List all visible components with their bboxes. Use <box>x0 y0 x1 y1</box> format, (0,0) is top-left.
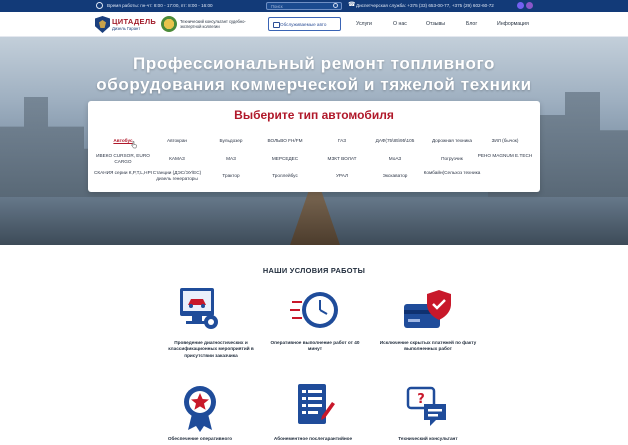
messenger-icon[interactable] <box>526 2 533 9</box>
vehicle-type-panel: Выберите тип автомобиля Автобус Автокран… <box>88 101 540 192</box>
vehicle-item-tractor[interactable]: Трактор <box>201 173 261 179</box>
checklist-document-icon <box>298 384 335 424</box>
vehicle-panel-title: Выберите тип автомобиля <box>234 108 394 122</box>
phone-icon: ☎ <box>348 2 356 8</box>
search-icon[interactable] <box>333 3 338 8</box>
site-header: ЦИТАДЕЛЬ Дизель Гарант Технический консу… <box>0 12 628 37</box>
vehicle-item-kamaz[interactable]: КАМАЗ <box>147 156 207 162</box>
condition-text-4: Обеспечение оперативного <box>167 436 233 441</box>
clock-icon <box>96 2 103 9</box>
hero-title: Профессиональный ремонт топливного обору… <box>0 53 628 95</box>
hero-title-line-1: Профессиональный ремонт топливного <box>133 54 495 73</box>
condition-text-2: Оперативное выполнение работ от 40 минут <box>270 340 360 352</box>
nav-information[interactable]: Информация <box>497 21 529 27</box>
vehicle-item-road-machinery[interactable]: Дорожная техника <box>422 138 482 144</box>
vehicle-item-mzkt-volat[interactable]: МЗКТ ВОЛАТ <box>312 156 372 162</box>
condition-text-1: Проведение диагностических и классификац… <box>168 340 254 358</box>
vehicle-item-truck-crane[interactable]: Автокран <box>147 138 207 144</box>
vehicle-item-excavator[interactable]: Экскаватор <box>365 173 425 179</box>
service-vehicles-button[interactable]: Обслуживаемые авто <box>268 17 341 31</box>
vehicle-item-loader[interactable]: Погрузчик <box>422 156 482 162</box>
vehicle-item-zil[interactable]: ЗИЛ (бычок) <box>475 138 535 144</box>
hand-cursor-icon <box>131 141 137 149</box>
vehicle-item-volvo[interactable]: ВОЛЬВО FH/FM <box>255 138 315 144</box>
condition-text-6: Технический консультант <box>398 436 458 441</box>
logo-icon[interactable] <box>95 16 110 33</box>
vehicle-item-moaz[interactable]: МоАЗ <box>365 156 425 162</box>
vehicle-item-scania[interactable]: СКАНИЯ серии К,P,T,L,HPI <box>93 170 153 176</box>
viber-icon[interactable] <box>517 2 524 9</box>
vehicle-item-bus[interactable]: Автобус <box>93 138 153 144</box>
vehicle-item-gaz[interactable]: ГАЗ <box>312 138 372 144</box>
vehicle-item-renault[interactable]: РЕНО MAGNUM E.TECH <box>475 153 535 159</box>
vehicle-item-bulldozer[interactable]: Бульдозер <box>201 138 261 144</box>
vehicle-item-maz[interactable]: МАЗ <box>201 156 261 162</box>
consultant-chat-icon: ? <box>406 386 446 426</box>
hero-title-line-2: оборудования коммерческой и тяжелой техн… <box>96 75 532 94</box>
working-hours: Время работы: пн-чт: 8:00 - 17:00, пт: 8… <box>107 3 213 8</box>
vehicle-item-mercedes[interactable]: МЕРСЕДЕС <box>255 156 315 162</box>
vehicle-item-daf[interactable]: ДАФ(75\85\95\105 <box>365 138 425 144</box>
svg-text:?: ? <box>417 392 425 407</box>
condition-text-5: Абонементное послегарантийное <box>273 436 353 441</box>
conditions-title: НАШИ УСЛОВИЯ РАБОТЫ <box>262 266 366 275</box>
search-placeholder: Поиск <box>271 4 283 9</box>
nav-about[interactable]: О нас <box>393 21 407 27</box>
secure-payment-icon <box>404 290 451 328</box>
top-bar: Время работы: пн-чт: 8:00 - 17:00, пт: 8… <box>0 0 628 12</box>
vehicle-item-iveco[interactable]: ИВЕКО CURSOR, EURO CARGO <box>93 153 153 165</box>
dispatch-phones: Диспетчерская служба: +375 (33) 653-00-7… <box>356 3 494 8</box>
nav-blog[interactable]: Блог <box>466 21 477 27</box>
vehicle-item-trolleybus[interactable]: Троллейбус <box>255 173 315 179</box>
brand-name[interactable]: ЦИТАДЕЛЬ <box>112 17 156 26</box>
vehicle-item-harvester[interactable]: Комбайн(Сельхоз техника <box>422 170 482 176</box>
vehicle-item-ural[interactable]: УРАЛ <box>312 173 372 179</box>
nav-services[interactable]: Услуги <box>356 21 372 27</box>
search-input[interactable]: Поиск <box>266 2 342 10</box>
consultant-caption: Технический консультант судебно-экспертн… <box>180 19 246 29</box>
quality-medal-icon <box>184 386 216 432</box>
brand-subtitle: Дизель Гарант <box>112 26 141 31</box>
vehicle-item-diesel-generators[interactable]: Станции (ДЭС/ЭУ/ЕС) дизель генераторы <box>147 170 207 182</box>
diagnostics-computer-icon <box>180 288 218 329</box>
nav-reviews[interactable]: Отзывы <box>426 21 445 27</box>
condition-text-3: Исключение скрытых платежей по факту вып… <box>379 340 477 352</box>
fast-clock-icon <box>290 292 338 328</box>
state-emblem-icon <box>161 16 177 32</box>
